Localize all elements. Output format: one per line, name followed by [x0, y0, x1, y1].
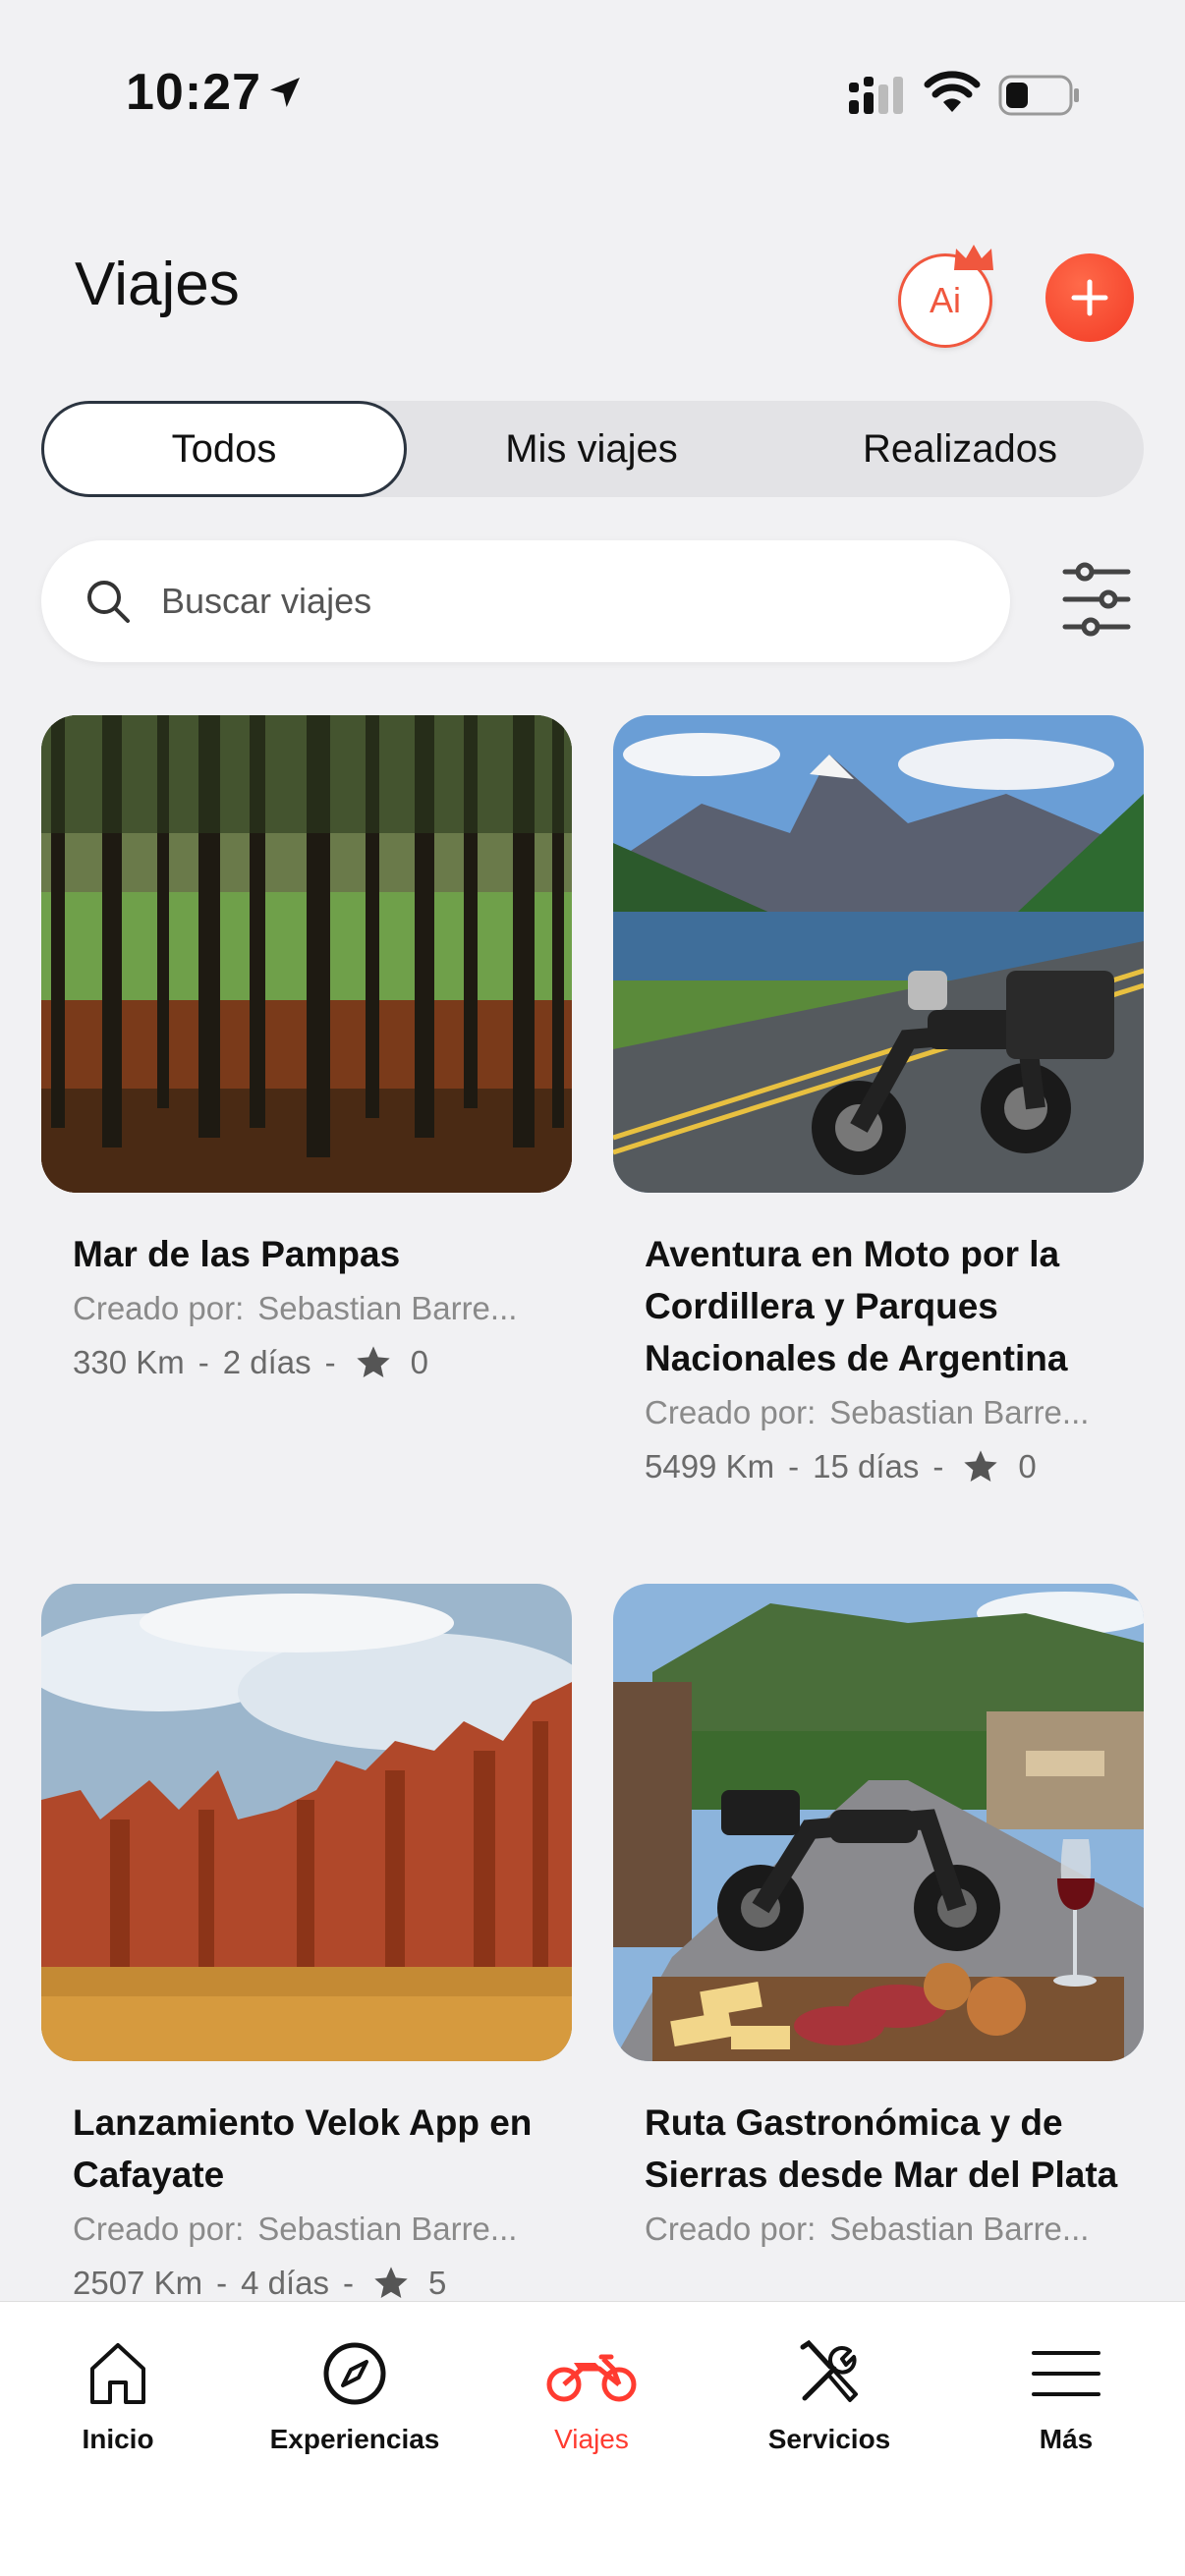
separator: - — [198, 1344, 209, 1380]
location-arrow-icon — [270, 78, 300, 107]
star-icon — [964, 1450, 998, 1482]
created-by-label: Creado por: — [73, 1290, 245, 1326]
nav-label: Viajes — [554, 2424, 629, 2454]
home-icon — [90, 2343, 145, 2404]
tools-icon — [800, 2339, 858, 2402]
trip-meta: 330 Km - 2 días - 0 — [73, 1343, 572, 1382]
plus-icon — [1071, 279, 1108, 316]
wifi-icon — [924, 71, 981, 112]
trip-author: Creado por: Sebastian Barre... — [645, 1394, 1116, 1431]
trip-image-mountain-lake[interactable] — [613, 715, 1144, 1193]
trip-author: Creado por: Sebastian Barre... — [645, 2211, 1116, 2248]
trip-duration: 2 días — [222, 1344, 311, 1380]
separator: - — [932, 1448, 944, 1484]
tab-mis-viajes[interactable]: Mis viajes — [407, 401, 776, 497]
trip-title: Lanzamiento Velok App en Cafayate — [73, 2102, 533, 2195]
trip-card[interactable]: Lanzamiento Velok App en Cafayate Creado… — [41, 1584, 572, 2303]
created-by-label: Creado por: — [73, 2211, 245, 2247]
nav-item-inicio[interactable]: Inicio — [10, 2339, 226, 2455]
trip-duration: 4 días — [241, 2265, 329, 2301]
search-icon — [87, 581, 130, 623]
trip-distance: 330 Km — [73, 1344, 185, 1380]
compass-icon — [323, 2342, 386, 2405]
tab-realizados[interactable]: Realizados — [776, 401, 1144, 497]
trip-duration: 15 días — [813, 1448, 920, 1484]
filter-icon[interactable] — [1061, 562, 1132, 637]
nav-label: Experiencias — [269, 2424, 440, 2454]
trip-author: Creado por: Sebastian Barre... — [73, 1290, 544, 1327]
signal-icon — [849, 77, 903, 114]
menu-icon — [1032, 2351, 1100, 2396]
add-trip-button[interactable] — [1045, 253, 1134, 342]
nav-label: Inicio — [82, 2424, 154, 2454]
star-icon — [356, 1346, 390, 1377]
nav-label: Más — [1039, 2424, 1094, 2454]
motorcycle-icon — [546, 2354, 637, 2402]
trip-image-red-cliffs[interactable] — [41, 1584, 572, 2061]
created-by-label: Creado por: — [645, 2211, 817, 2247]
trip-card[interactable]: Mar de las Pampas Creado por: Sebastian B… — [41, 715, 572, 1382]
tab-todos[interactable]: Todos — [41, 401, 407, 497]
author-name: Sebastian Barre... — [257, 2211, 518, 2247]
trip-image-village-gastronomy[interactable] — [613, 1584, 1144, 2061]
author-name: Sebastian Barre... — [829, 1394, 1090, 1430]
separator: - — [324, 1344, 336, 1380]
separator: - — [788, 1448, 800, 1484]
nav-item-experiencias[interactable]: Experiencias — [247, 2339, 463, 2455]
ai-button[interactable]: Ai — [898, 245, 993, 348]
nav-item-servicios[interactable]: Servicios — [721, 2339, 937, 2455]
status-bar: 10:27 — [0, 0, 1185, 196]
trip-card[interactable]: Ruta Gastronómica y de Sierras desde Mar… — [613, 1584, 1144, 2248]
separator: - — [216, 2265, 228, 2301]
ai-label: Ai — [929, 280, 961, 320]
trip-image-forest[interactable] — [41, 715, 572, 1193]
trip-title: Ruta Gastronómica y de Sierras desde Mar… — [645, 2102, 1118, 2195]
trip-rating: 5 — [428, 2265, 447, 2301]
star-icon — [374, 2267, 408, 2298]
trip-distance: 2507 Km — [73, 2265, 203, 2301]
bottom-nav: Inicio Experiencias Viajes Servicios Más — [0, 2301, 1185, 2576]
search-bar — [41, 540, 1010, 662]
battery-icon — [998, 75, 1079, 116]
separator: - — [343, 2265, 354, 2301]
trip-author: Creado por: Sebastian Barre... — [73, 2211, 544, 2248]
trip-title: Aventura en Moto por la Cordillera y Par… — [645, 1234, 1068, 1378]
created-by-label: Creado por: — [645, 1394, 817, 1430]
trip-meta: 2507 Km - 4 días - 5 — [73, 2264, 572, 2303]
trip-rating: 0 — [410, 1344, 428, 1380]
author-name: Sebastian Barre... — [257, 1290, 518, 1326]
trip-filter-tabs: Todos Mis viajes Realizados — [41, 401, 1144, 497]
search-input[interactable] — [161, 581, 849, 622]
trip-meta: 5499 Km - 15 días - 0 — [645, 1447, 1144, 1486]
trip-rating: 0 — [1018, 1448, 1037, 1484]
page-title: Viajes — [75, 251, 240, 318]
trip-card[interactable]: Aventura en Moto por la Cordillera y Par… — [613, 715, 1144, 1486]
crown-icon — [954, 245, 993, 270]
nav-label: Servicios — [767, 2424, 891, 2454]
nav-item-viajes[interactable]: Viajes — [483, 2339, 700, 2455]
trip-distance: 5499 Km — [645, 1448, 775, 1484]
nav-item-mas[interactable]: Más — [958, 2339, 1174, 2455]
author-name: Sebastian Barre... — [829, 2211, 1090, 2247]
status-time: 10:27 — [126, 64, 261, 121]
trip-title: Mar de las Pampas — [73, 1234, 401, 1274]
